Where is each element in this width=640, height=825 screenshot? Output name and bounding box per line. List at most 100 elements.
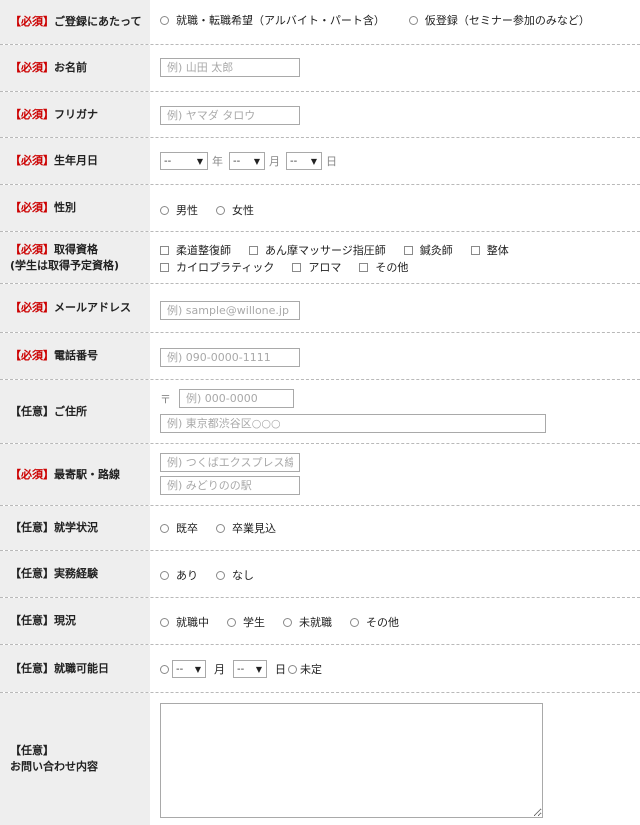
radio-circle-icon[interactable] (216, 571, 225, 580)
radio-student[interactable]: 学生 (227, 614, 265, 630)
birth-year-select[interactable]: -- ▼ (160, 152, 208, 170)
dropdown-arrow-icon: ▼ (253, 156, 260, 166)
label-text: フリガナ (54, 107, 98, 121)
checkbox-icon[interactable] (470, 246, 480, 255)
radio-circle-icon[interactable] (160, 618, 169, 627)
radio-date-specified[interactable] (160, 664, 169, 674)
radio-circle-icon[interactable] (350, 618, 359, 627)
checkbox-seitai[interactable]: 整体 (470, 242, 509, 258)
station-input[interactable] (160, 476, 300, 495)
checkbox-icon[interactable] (160, 263, 169, 272)
checkbox-icon[interactable] (292, 263, 302, 272)
row-name: 【必須】お名前 (0, 45, 640, 92)
radio-circle-icon[interactable] (283, 618, 292, 627)
furigana-input[interactable] (160, 106, 300, 125)
option-label: 未就職 (299, 616, 332, 629)
row-address: 【任意】ご住所 〒 (0, 380, 640, 444)
radio-circle-icon[interactable] (288, 665, 297, 674)
label-text: 最寄駅・路線 (54, 467, 120, 481)
available-month-select[interactable]: -- ▼ (172, 660, 206, 678)
phone-input[interactable] (160, 348, 300, 367)
radio-female[interactable]: 女性 (216, 202, 254, 218)
row-furigana: 【必須】フリガナ (0, 92, 640, 138)
label-text: お問い合わせ内容 (10, 760, 98, 773)
radio-circle-icon[interactable] (227, 618, 236, 627)
label-birthdate: 【必須】生年月日 (0, 138, 150, 184)
radio-unemployed[interactable]: 未就職 (283, 614, 332, 630)
label-text: 実務経験 (54, 567, 98, 580)
row-experience: 【任意】実務経験 あり なし (0, 551, 640, 598)
radio-circle-icon[interactable] (160, 571, 169, 580)
radio-provisional[interactable]: 仮登録（セミナー参加のみなど） (408, 12, 590, 28)
field-current-status: 就職中 学生 未就職 その他 (150, 598, 640, 644)
optional-tag: 【任意】 (10, 744, 54, 757)
required-tag: 【必須】 (10, 467, 54, 481)
label-name: 【必須】お名前 (0, 45, 150, 91)
checkbox-icon[interactable] (403, 246, 413, 255)
label-current-status: 【任意】現況 (0, 598, 150, 644)
radio-status-other[interactable]: その他 (350, 614, 399, 630)
checkbox-acupuncturist[interactable]: 鍼灸師 (403, 242, 453, 258)
address-input[interactable] (160, 414, 546, 433)
available-day-select[interactable]: -- ▼ (233, 660, 267, 678)
radio-male[interactable]: 男性 (160, 202, 198, 218)
field-gender: 男性 女性 (150, 185, 640, 231)
registration-form: 【必須】ご登録にあたって 就職・転職希望（アルバイト・パート含） 仮登録（セミナ… (0, 0, 640, 825)
label-experience: 【任意】実務経験 (0, 551, 150, 597)
radio-circle-icon[interactable] (216, 524, 225, 533)
radio-experience-no[interactable]: なし (216, 567, 254, 583)
row-email: 【必須】メールアドレス (0, 284, 640, 333)
checkbox-other[interactable]: その他 (359, 259, 408, 275)
radio-graduated[interactable]: 既卒 (160, 520, 198, 536)
email-input[interactable] (160, 301, 300, 320)
checkbox-icon[interactable] (359, 263, 369, 272)
label-gender: 【必須】性別 (0, 185, 150, 231)
checkbox-massage-therapist[interactable]: あん摩マッサージ指圧師 (249, 242, 386, 258)
label-text: 就職可能日 (54, 661, 109, 675)
zip-input[interactable] (179, 389, 294, 408)
birth-day-select[interactable]: -- ▼ (286, 152, 322, 170)
checkbox-judo-therapist[interactable]: 柔道整復師 (160, 242, 231, 258)
inquiry-textarea[interactable] (160, 703, 543, 818)
select-value: -- (176, 663, 184, 675)
radio-circle-icon[interactable] (160, 206, 169, 215)
option-label: 女性 (232, 204, 254, 217)
radio-expected-graduation[interactable]: 卒業見込 (216, 520, 276, 536)
day-unit: 日 (275, 663, 286, 676)
label-text: 取得資格 (54, 242, 98, 256)
radio-employed[interactable]: 就職中 (160, 614, 209, 630)
label-subtext: (学生は取得予定資格) (10, 258, 120, 272)
radio-circle-icon[interactable] (216, 206, 225, 215)
radio-job-seeking[interactable]: 就職・転職希望（アルバイト・パート含） (160, 12, 385, 28)
option-label: 仮登録（セミナー参加のみなど） (424, 14, 590, 27)
field-school-status: 既卒 卒業見込 (150, 506, 640, 550)
birth-month-select[interactable]: -- ▼ (229, 152, 265, 170)
field-phone (150, 333, 640, 379)
year-unit: 年 (212, 155, 223, 168)
radio-circle-icon[interactable] (160, 16, 169, 25)
label-text: 就学状況 (54, 521, 98, 534)
name-input[interactable] (160, 58, 300, 77)
option-label: 未定 (300, 663, 322, 676)
label-email: 【必須】メールアドレス (0, 284, 150, 332)
field-address: 〒 (150, 380, 640, 443)
radio-circle-icon[interactable] (408, 16, 418, 25)
checkbox-aroma[interactable]: アロマ (292, 259, 341, 275)
option-label: 就職・転職希望（アルバイト・パート含） (176, 14, 385, 27)
field-email (150, 284, 640, 332)
option-label: 就職中 (176, 616, 209, 629)
field-available-date: -- ▼ 月 -- ▼ 日 未定 (150, 645, 640, 692)
train-line-input[interactable] (160, 453, 300, 472)
required-tag: 【必須】 (10, 349, 54, 362)
label-school-status: 【任意】就学状況 (0, 506, 150, 550)
checkbox-icon[interactable] (249, 246, 258, 255)
label-phone: 【必須】電話番号 (0, 333, 150, 379)
radio-experience-yes[interactable]: あり (160, 567, 198, 583)
radio-circle-icon[interactable] (160, 524, 169, 533)
month-unit: 月 (269, 155, 280, 168)
checkbox-icon[interactable] (160, 246, 169, 255)
checkbox-chiropractic[interactable]: カイロプラティック (160, 259, 274, 275)
required-tag: 【必須】 (10, 201, 54, 214)
required-tag: 【必須】 (10, 242, 54, 256)
radio-undecided[interactable]: 未定 (288, 661, 322, 677)
